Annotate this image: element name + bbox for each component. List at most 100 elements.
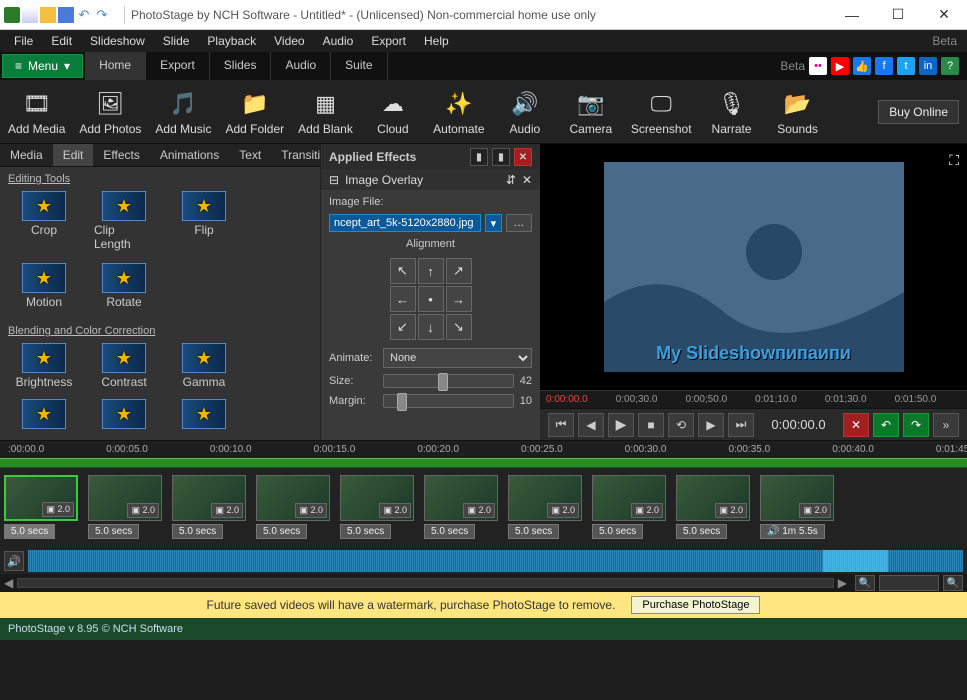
qa-undo-icon[interactable]: ↶ xyxy=(76,7,92,23)
align-r[interactable]: → xyxy=(446,286,472,312)
tool-cloud[interactable]: ☁Cloud xyxy=(367,88,419,136)
menu-button[interactable]: ≡ Menu ▾ xyxy=(2,54,83,78)
zoom-out-icon[interactable]: 🔍 xyxy=(855,575,875,591)
clip[interactable]: ▣ 2.05.0 secs xyxy=(676,475,750,541)
tool-clip-length[interactable]: ★Clip Length xyxy=(94,191,154,251)
tool-narrate[interactable]: 🎙Narrate xyxy=(706,88,758,136)
clip-thumbnail[interactable]: ▣ 2.0 xyxy=(508,475,582,521)
clip[interactable]: ▣ 2.0 5.0 secs xyxy=(4,475,78,541)
effect-nav2-icon[interactable]: ▮ xyxy=(492,148,510,166)
subtab-effects[interactable]: Effects xyxy=(93,144,149,166)
twitter-icon[interactable]: t xyxy=(897,57,915,75)
tool-item-extra[interactable]: ★ xyxy=(94,399,154,429)
menu-file[interactable]: File xyxy=(6,32,41,50)
tab-audio[interactable]: Audio xyxy=(271,52,331,80)
clip[interactable]: ▣ 2.05.0 secs xyxy=(424,475,498,541)
qa-save-icon[interactable] xyxy=(58,7,74,23)
fullscreen-icon[interactable]: ⛶ xyxy=(949,152,959,169)
flickr-icon[interactable]: •• xyxy=(809,57,827,75)
goto-start-button[interactable]: ⏮ xyxy=(548,413,574,437)
align-b[interactable]: ↓ xyxy=(418,314,444,340)
subtab-media[interactable]: Media xyxy=(0,144,53,166)
tool-add-photos[interactable]: 🖼Add Photos xyxy=(79,88,141,136)
menu-edit[interactable]: Edit xyxy=(43,32,80,50)
align-tr[interactable]: ↗ xyxy=(446,258,472,284)
effect-item-header[interactable]: ⊟ Image Overlay ⇵✕ xyxy=(321,170,540,190)
align-c[interactable]: • xyxy=(418,286,444,312)
audio-waveform[interactable] xyxy=(28,550,963,572)
clip-duration[interactable]: 5.0 secs xyxy=(340,524,391,539)
tool-contrast[interactable]: ★Contrast xyxy=(94,343,154,389)
margin-slider[interactable] xyxy=(383,394,514,408)
clip-duration[interactable]: 5.0 secs xyxy=(424,524,475,539)
menu-playback[interactable]: Playback xyxy=(199,32,264,50)
clip-duration[interactable]: 5.0 secs xyxy=(676,524,727,539)
purchase-button[interactable]: Purchase PhotoStage xyxy=(631,596,760,614)
clip-thumbnail[interactable]: ▣ 2.0 xyxy=(4,475,78,521)
tool-item-extra[interactable]: ★ xyxy=(14,399,74,429)
effect-close-icon[interactable]: ✕ xyxy=(514,148,532,166)
size-slider[interactable] xyxy=(383,374,514,388)
clip-thumbnail[interactable]: ▣ 2.0 xyxy=(88,475,162,521)
redo-button[interactable]: ↷ xyxy=(903,413,929,437)
menu-slideshow[interactable]: Slideshow xyxy=(82,32,153,50)
clip-duration[interactable]: 🔊 1m 5.5s xyxy=(760,524,825,539)
menu-video[interactable]: Video xyxy=(266,32,312,50)
align-tl[interactable]: ↖ xyxy=(390,258,416,284)
timeline-range-bar[interactable] xyxy=(0,458,967,468)
clip-duration[interactable]: 5.0 secs xyxy=(172,524,223,539)
stop-button[interactable]: ■ xyxy=(638,413,664,437)
undo-button[interactable]: ↶ xyxy=(873,413,899,437)
align-t[interactable]: ↑ xyxy=(418,258,444,284)
clip-duration[interactable]: 5.0 secs xyxy=(592,524,643,539)
animate-select[interactable]: None xyxy=(383,348,532,368)
clip-thumbnail[interactable]: ▣ 2.0 xyxy=(256,475,330,521)
align-bl[interactable]: ↙ xyxy=(390,314,416,340)
menu-help[interactable]: Help xyxy=(416,32,457,50)
clip[interactable]: ▣ 2.0 🔊 1m 5.5s xyxy=(760,475,834,541)
step-fwd-button[interactable]: ▶ xyxy=(698,413,724,437)
clip-duration[interactable]: 5.0 secs xyxy=(508,524,559,539)
zoom-slider[interactable] xyxy=(879,575,939,591)
close-button[interactable]: ✕ xyxy=(921,0,967,30)
tool-motion[interactable]: ★Motion xyxy=(14,263,74,309)
menu-slide[interactable]: Slide xyxy=(155,32,198,50)
clip-thumbnail[interactable]: ▣ 2.0 xyxy=(340,475,414,521)
delete-button[interactable]: ✕ xyxy=(843,413,869,437)
timeline-ruler[interactable]: :00:00.00:00:05.00:00:10.00:00:15.00:00:… xyxy=(0,440,967,458)
subtab-animations[interactable]: Animations xyxy=(150,144,229,166)
play-button[interactable]: ▶ xyxy=(608,413,634,437)
align-l[interactable]: ← xyxy=(390,286,416,312)
tool-flip[interactable]: ★Flip xyxy=(174,191,234,251)
linkedin-icon[interactable]: in xyxy=(919,57,937,75)
subtab-text[interactable]: Text xyxy=(229,144,271,166)
file-dropdown-icon[interactable]: ▾ xyxy=(485,214,502,232)
buy-online-button[interactable]: Buy Online xyxy=(878,100,959,124)
subtab-edit[interactable]: Edit xyxy=(53,144,94,166)
effect-item-close-icon[interactable]: ✕ xyxy=(522,173,532,187)
clip[interactable]: ▣ 2.0 5.0 secs xyxy=(340,475,414,541)
preview-ruler[interactable]: 0:00:00.0 0:00;30.0 0:00;50.0 0:01;10.0 … xyxy=(540,390,967,408)
clip[interactable]: ▣ 2.05.0 secs xyxy=(88,475,162,541)
tool-camera[interactable]: 📷Camera xyxy=(565,88,617,136)
effect-nav1-icon[interactable]: ▮ xyxy=(470,148,488,166)
tab-home[interactable]: Home xyxy=(85,52,146,80)
clip-thumbnail[interactable]: ▣ 2.0 xyxy=(172,475,246,521)
tool-screenshot[interactable]: 🖵Screenshot xyxy=(631,88,692,136)
image-file-input[interactable] xyxy=(329,214,481,232)
more-button[interactable]: » xyxy=(933,413,959,437)
clip-duration[interactable]: 5.0 secs xyxy=(4,524,55,539)
loop-button[interactable]: ⟲ xyxy=(668,413,694,437)
tool-add-music[interactable]: 🎵Add Music xyxy=(155,88,211,136)
step-back-button[interactable]: ◀ xyxy=(578,413,604,437)
help-icon[interactable]: ? xyxy=(941,57,959,75)
menu-export[interactable]: Export xyxy=(363,32,414,50)
clip-thumbnail[interactable]: ▣ 2.0 xyxy=(592,475,666,521)
audio-track-icon[interactable]: 🔊 xyxy=(4,551,24,571)
tool-sounds[interactable]: 📂Sounds xyxy=(772,88,824,136)
tool-crop[interactable]: ★Crop xyxy=(14,191,74,251)
clip-thumbnail[interactable]: ▣ 2.0 xyxy=(760,475,834,521)
tool-brightness[interactable]: ★Brightness xyxy=(14,343,74,389)
tool-rotate[interactable]: ★Rotate xyxy=(94,263,154,309)
clip-duration[interactable]: 5.0 secs xyxy=(256,524,307,539)
